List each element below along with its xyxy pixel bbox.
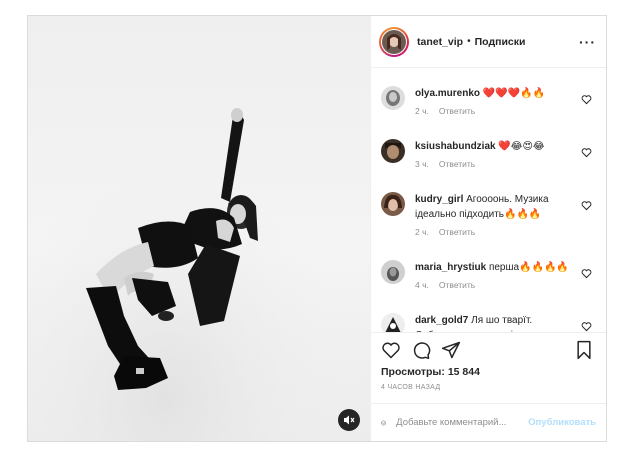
share-icon[interactable] xyxy=(441,340,461,360)
comment-icon[interactable] xyxy=(411,340,431,360)
comment-text: перша🔥🔥🔥🔥 xyxy=(488,262,569,273)
avatar xyxy=(382,29,406,54)
avatar[interactable] xyxy=(381,313,405,332)
post-header: tanet_vip • Подписки ··· xyxy=(371,16,606,68)
reply-button[interactable]: Ответить xyxy=(439,106,475,116)
avatar[interactable] xyxy=(381,139,405,163)
reply-button[interactable]: Ответить xyxy=(439,280,475,290)
avatar[interactable] xyxy=(381,192,405,216)
views-count[interactable]: Просмотры: 15 844 xyxy=(371,366,606,378)
heart-outline-icon[interactable] xyxy=(581,268,592,279)
more-dots-icon[interactable]: ··· xyxy=(579,34,596,50)
comment-time[interactable]: 4 ч. xyxy=(415,280,429,290)
mute-icon xyxy=(344,415,355,425)
comment-item: ksiushabundziak ❤️😂😍😂 3 ч. Ответить xyxy=(381,139,606,172)
following-button[interactable]: Подписки xyxy=(475,36,526,48)
username-link[interactable]: tanet_vip xyxy=(417,36,463,48)
post-media[interactable] xyxy=(28,16,371,441)
comment-item: dark_gold7 Ля шо тварїт. Соблазняє пацан… xyxy=(381,313,606,332)
comment-text: ❤️❤️❤️🔥🔥 xyxy=(482,88,546,99)
comment-item: maria_hrystiuk перша🔥🔥🔥🔥 4 ч. Ответить xyxy=(381,260,606,293)
comment-input[interactable] xyxy=(396,417,529,428)
post-time[interactable]: 4 часов назад xyxy=(371,378,606,391)
comment-username[interactable]: ksiushabundziak xyxy=(415,141,496,152)
comment-text: ❤️😂😍😂 xyxy=(498,141,545,152)
like-icon[interactable] xyxy=(381,340,401,360)
add-comment-bar: Опубликовать xyxy=(371,403,606,441)
views-number: 15 844 xyxy=(447,366,480,378)
comment-username[interactable]: kudry_girl xyxy=(415,194,463,205)
story-ring[interactable] xyxy=(379,26,409,57)
views-label: Просмотры: xyxy=(381,366,445,378)
comment-time[interactable]: 2 ч. xyxy=(415,106,429,116)
comment-time[interactable]: 2 ч. xyxy=(415,227,429,237)
heart-outline-icon[interactable] xyxy=(581,200,592,211)
emoji-icon[interactable] xyxy=(381,414,386,432)
avatar[interactable] xyxy=(381,260,405,284)
avatar[interactable] xyxy=(381,86,405,110)
comments-list[interactable]: olya.murenko ❤️❤️❤️🔥🔥 2 ч. Ответить ksius… xyxy=(371,68,606,332)
save-bookmark-icon[interactable] xyxy=(574,340,594,360)
comment-username[interactable]: dark_gold7 xyxy=(415,315,468,326)
reply-button[interactable]: Ответить xyxy=(439,159,475,169)
post-photo xyxy=(28,16,370,441)
separator-dot: • xyxy=(467,36,471,47)
comment-time[interactable]: 3 ч. xyxy=(415,159,429,169)
action-bar xyxy=(371,332,606,366)
comment-item: olya.murenko ❤️❤️❤️🔥🔥 2 ч. Ответить xyxy=(381,86,606,119)
heart-outline-icon[interactable] xyxy=(581,147,592,158)
mute-button[interactable] xyxy=(338,409,360,431)
post-sidebar: tanet_vip • Подписки ··· olya.murenko ❤️… xyxy=(371,16,606,441)
heart-outline-icon[interactable] xyxy=(581,94,592,105)
heart-outline-icon[interactable] xyxy=(581,321,592,332)
publish-button[interactable]: Опубликовать xyxy=(528,417,596,428)
comment-username[interactable]: olya.murenko xyxy=(415,88,480,99)
post-card: tanet_vip • Подписки ··· olya.murenko ❤️… xyxy=(27,15,607,442)
comment-item: kudry_girl Агоооонь. Музика ідеально під… xyxy=(381,192,606,240)
reply-button[interactable]: Ответить xyxy=(439,227,475,237)
comment-username[interactable]: maria_hrystiuk xyxy=(415,262,486,273)
